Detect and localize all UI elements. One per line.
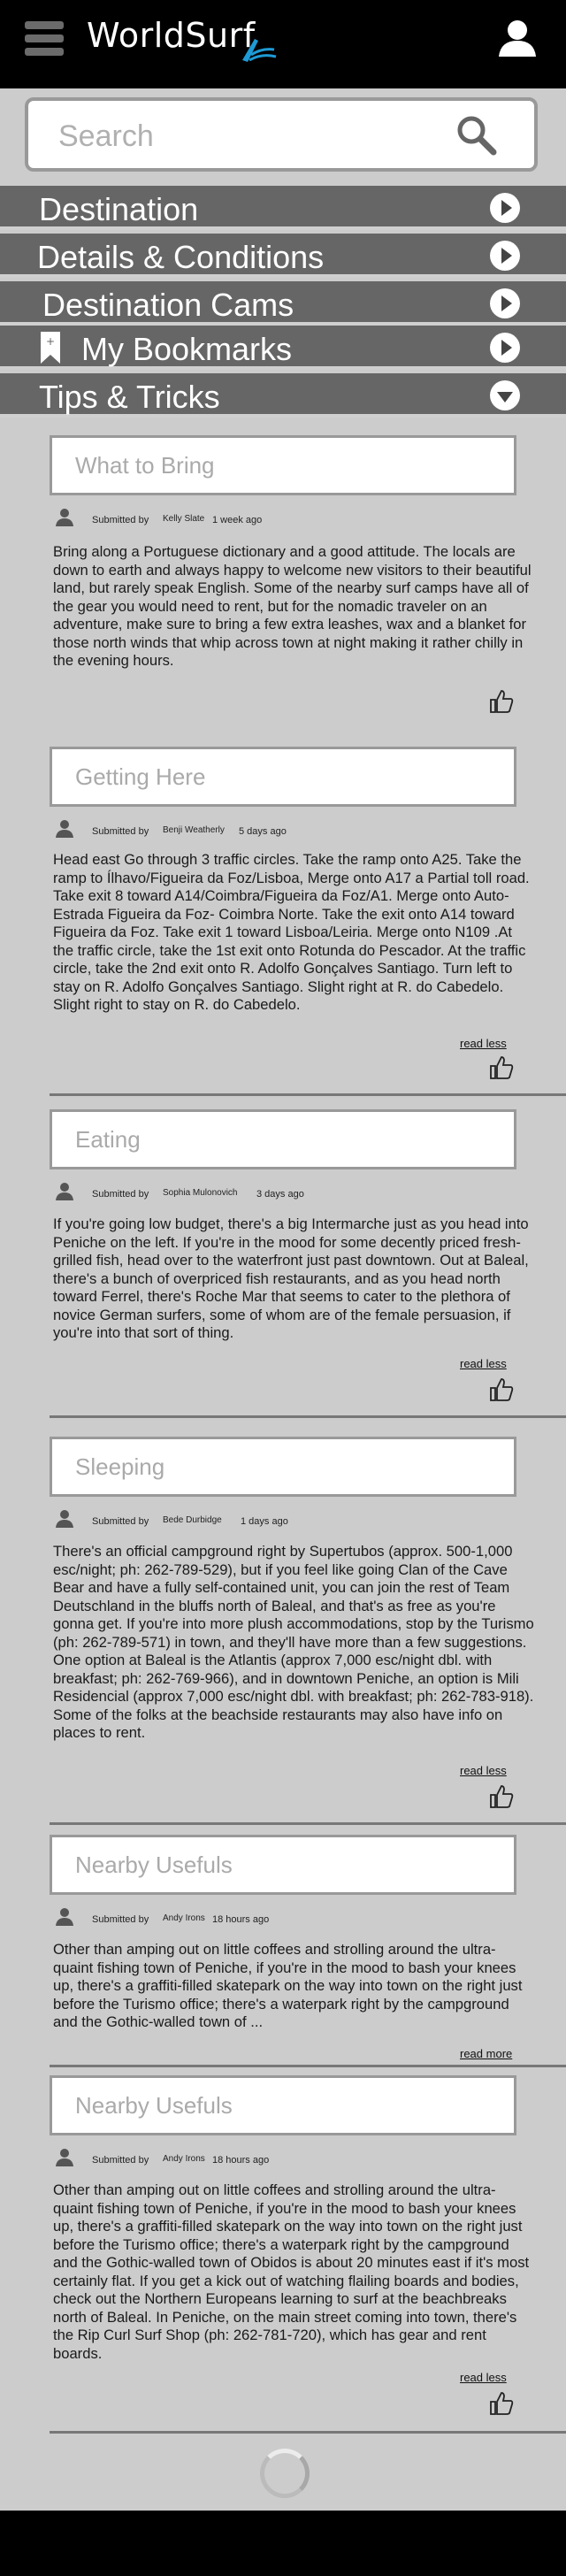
tip-text: Head east Go through 3 traffic circles. … — [53, 851, 530, 1013]
menu-item-label: My Bookmarks — [81, 331, 293, 367]
search-bar — [25, 97, 538, 172]
thumbs-up-icon[interactable] — [488, 2390, 515, 2417]
author-name[interactable]: Kelly Slate — [163, 514, 204, 524]
post-age: 1 week ago — [212, 515, 263, 525]
tip-text: There's an official campground right by … — [53, 1543, 534, 1741]
thumbs-up-icon[interactable] — [488, 1054, 515, 1081]
post-age: 18 hours ago — [212, 1914, 270, 1925]
menu-icon[interactable] — [25, 21, 64, 57]
submitted-by-label: Submitted by — [92, 1516, 149, 1527]
divider — [50, 2431, 566, 2434]
person-icon — [56, 2149, 73, 2166]
person-icon — [56, 1908, 73, 1926]
submitted-by-label: Submitted by — [92, 826, 149, 837]
search-icon[interactable] — [455, 113, 497, 156]
divider — [50, 2065, 566, 2067]
divider — [50, 1093, 566, 1096]
footer-bar — [0, 2511, 566, 2576]
search-input[interactable] — [58, 119, 447, 154]
author-name[interactable]: Benji Weatherly — [163, 825, 225, 835]
read-more-link[interactable]: read more — [460, 2047, 512, 2060]
author-name[interactable]: Andy Irons — [163, 1913, 205, 1923]
bookmark-icon: + — [41, 332, 60, 364]
tip-title-box[interactable]: Getting Here — [50, 747, 516, 807]
tip-title: Nearby Usefuls — [75, 1852, 233, 1878]
author-name[interactable]: Bede Durbidge — [163, 1515, 222, 1525]
tip-title-box[interactable]: Nearby Usefuls — [50, 1835, 516, 1895]
post-age: 1 days ago — [241, 1516, 288, 1527]
person-icon — [56, 509, 73, 526]
thumbs-up-icon[interactable] — [488, 688, 515, 715]
author-name[interactable]: Andy Irons — [163, 2154, 205, 2164]
top-bar: WorldSurf — [0, 0, 566, 88]
tip-text: Other than amping out on little coffees … — [53, 2181, 530, 2362]
tip-title: Nearby Usefuls — [75, 2092, 233, 2119]
surfboard-icon — [242, 39, 277, 62]
read-less-link[interactable]: read less — [460, 1037, 507, 1050]
loading-spinner — [260, 2449, 310, 2498]
tip-title-box[interactable]: Eating — [50, 1109, 516, 1169]
post-age: 18 hours ago — [212, 2155, 270, 2166]
submitted-by-label: Submitted by — [92, 1914, 149, 1925]
menu-item-tips-tricks[interactable]: Tips & Tricks — [0, 373, 566, 418]
menu-item-label: Destination — [39, 191, 199, 227]
tip-title: What to Bring — [75, 452, 215, 479]
menu-item-destination[interactable]: Destination — [0, 186, 566, 230]
expand-arrow-icon — [490, 241, 520, 271]
submitted-by-label: Submitted by — [92, 515, 149, 525]
menu-item-label: Destination Cams — [42, 287, 294, 323]
read-less-link[interactable]: read less — [460, 2371, 507, 2384]
person-icon — [56, 1510, 73, 1528]
submitted-by-label: Submitted by — [92, 1189, 149, 1200]
user-icon[interactable] — [497, 18, 538, 58]
expand-arrow-icon — [490, 288, 520, 318]
tip-title: Getting Here — [75, 763, 206, 790]
app-logo[interactable]: WorldSurf — [87, 16, 256, 55]
thumbs-up-icon[interactable] — [488, 1376, 515, 1403]
submitted-by-label: Submitted by — [92, 2155, 149, 2166]
read-less-link[interactable]: read less — [460, 1357, 507, 1370]
tip-text: If you're going low budget, there's a bi… — [53, 1215, 529, 1341]
post-age: 3 days ago — [256, 1189, 304, 1200]
menu-item-details-conditions[interactable]: Details & Conditions — [0, 234, 566, 278]
person-icon — [56, 1183, 73, 1200]
tip-title-box[interactable]: What to Bring — [50, 435, 516, 495]
author-name[interactable]: Sophia Mulonovich — [163, 1188, 238, 1198]
thumbs-up-icon[interactable] — [488, 1783, 515, 1810]
tip-title-box[interactable]: Nearby Usefuls — [50, 2075, 516, 2135]
tip-title-box[interactable]: Sleeping — [50, 1437, 516, 1497]
read-less-link[interactable]: read less — [460, 1764, 507, 1777]
tip-title: Sleeping — [75, 1453, 165, 1480]
expand-arrow-icon — [490, 193, 520, 223]
svg-text:+: + — [46, 335, 55, 348]
menu-item-label: Tips & Tricks — [39, 379, 220, 415]
menu-item-destination-cams[interactable]: Destination Cams — [0, 281, 566, 326]
divider — [50, 1822, 566, 1825]
menu-item-my-bookmarks[interactable]: + My Bookmarks — [0, 326, 566, 370]
expand-arrow-icon — [490, 333, 520, 363]
divider — [50, 1415, 566, 1418]
person-icon — [56, 820, 73, 838]
post-age: 5 days ago — [239, 826, 287, 837]
tip-text: Other than amping out on little coffees … — [53, 1941, 523, 2030]
collapse-arrow-icon — [490, 380, 520, 410]
menu-item-label: Details & Conditions — [37, 239, 325, 275]
tip-text: Bring along a Portuguese dictionary and … — [53, 543, 532, 669]
tip-title: Eating — [75, 1126, 141, 1153]
